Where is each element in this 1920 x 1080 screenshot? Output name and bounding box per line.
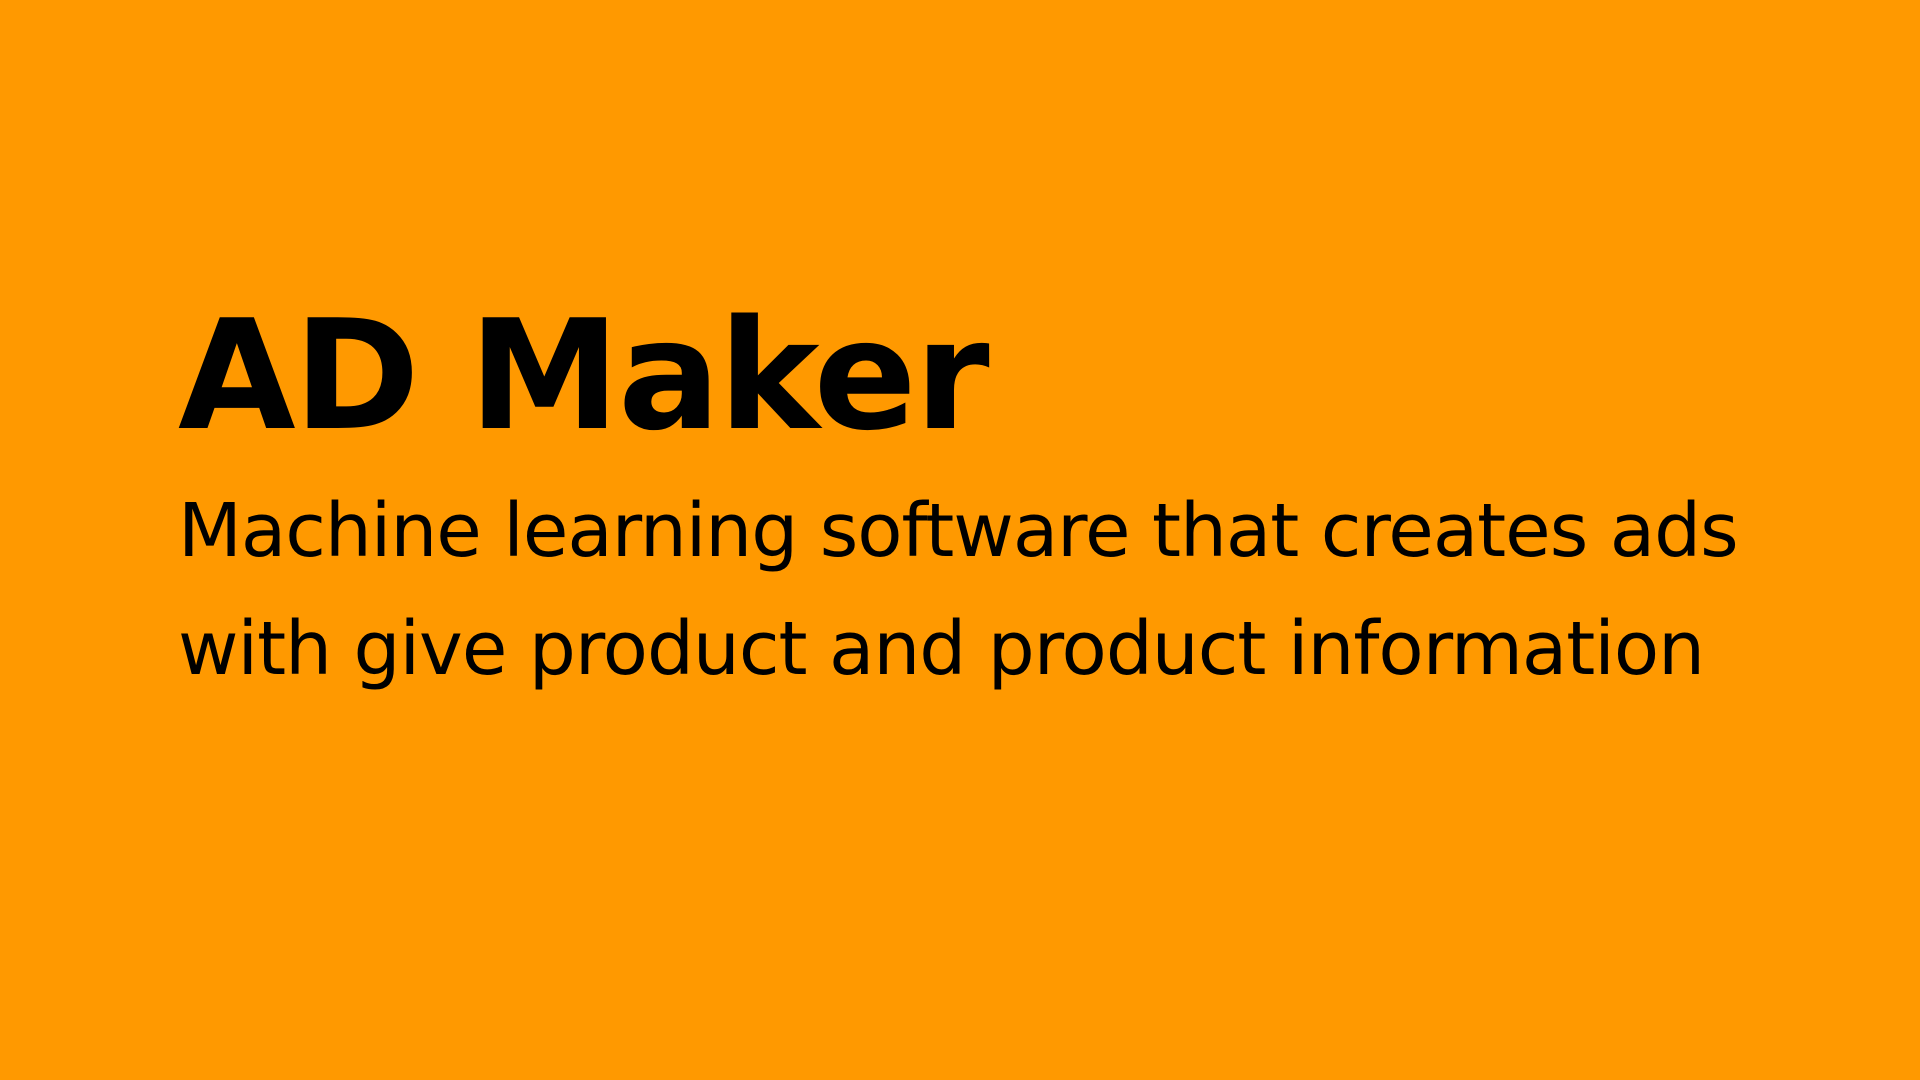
slide: AD Maker Machine learning software that … xyxy=(0,0,1920,1080)
slide-description: Machine learning software that creates a… xyxy=(178,488,1739,692)
slide-content: AD Maker Machine learning software that … xyxy=(178,300,1798,708)
slide-title: AD Maker xyxy=(178,287,990,464)
